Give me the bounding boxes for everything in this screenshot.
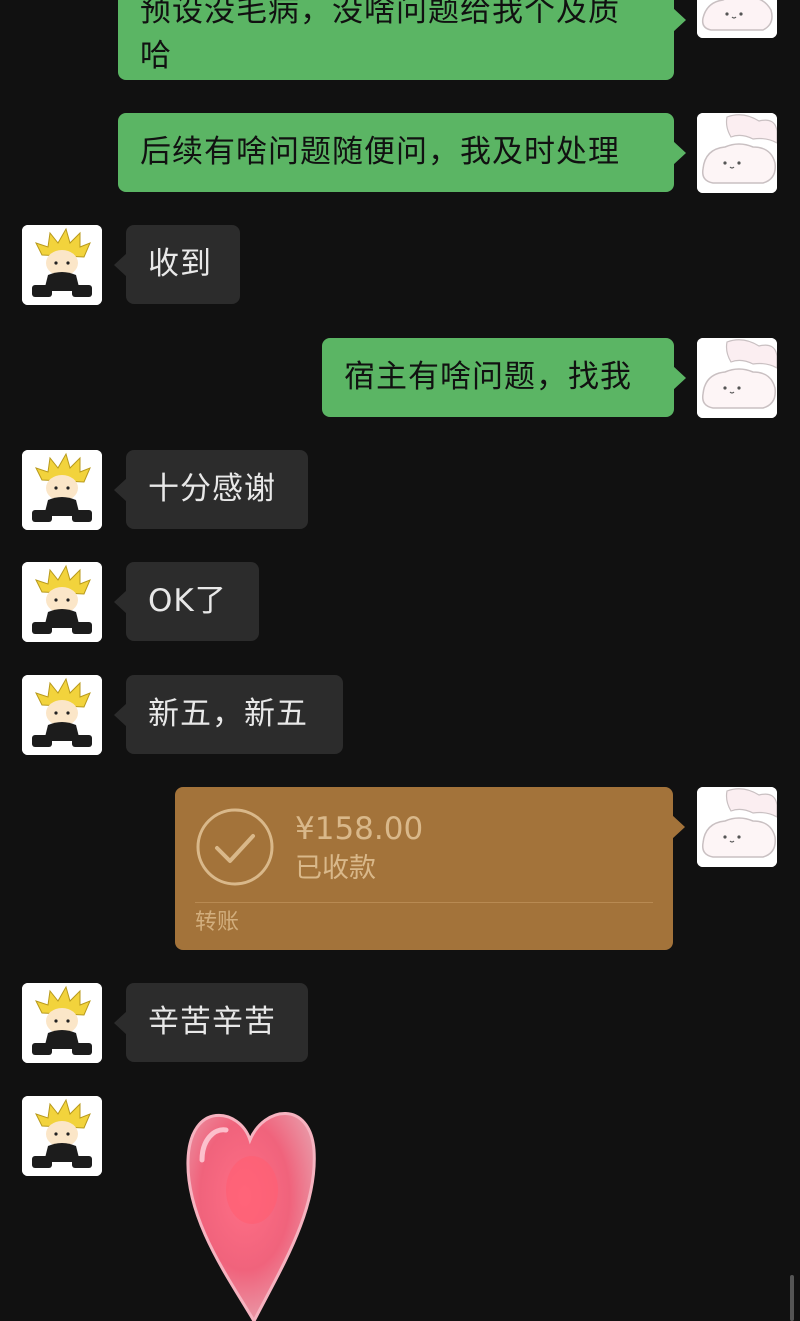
incoming-message-bubble[interactable]: 十分感谢 — [114, 450, 308, 529]
self-avatar[interactable] — [697, 338, 777, 418]
white-cat-sticker-icon — [697, 0, 777, 38]
scrollbar[interactable] — [790, 1275, 794, 1321]
transfer-card[interactable]: ¥158.00 已收款 转账 — [175, 787, 685, 950]
self-avatar[interactable] — [697, 787, 777, 867]
incoming-message-bubble[interactable]: 收到 — [114, 225, 240, 304]
anime-character-icon — [22, 225, 102, 305]
message-text-line: 哈 — [140, 38, 172, 74]
message-text-line: 预设没毛病，没啥问题给我个及质 — [140, 0, 620, 29]
white-cat-sticker-icon — [697, 338, 777, 418]
incoming-message-bubble[interactable]: 辛苦辛苦 — [114, 983, 308, 1062]
heart-sticker-icon[interactable] — [180, 1100, 320, 1321]
anime-character-icon — [22, 1096, 102, 1176]
contact-avatar[interactable] — [22, 983, 102, 1063]
white-cat-sticker-icon — [697, 113, 777, 193]
contact-avatar[interactable] — [22, 1096, 102, 1176]
message-text: 收到 — [148, 246, 212, 282]
incoming-message-bubble[interactable]: 新五，新五 — [114, 675, 343, 754]
check-circle-icon — [196, 808, 274, 886]
transfer-divider — [195, 902, 653, 903]
outgoing-message-bubble[interactable]: 后续有啥问题随便问，我及时处理 — [118, 113, 686, 192]
contact-avatar[interactable] — [22, 562, 102, 642]
self-avatar[interactable] — [697, 0, 777, 38]
anime-character-icon — [22, 983, 102, 1063]
incoming-message-bubble[interactable]: OK了 — [114, 562, 259, 641]
chat-history[interactable]: 预设没毛病，没啥问题给我个及质 哈 后续有啥问题随便问，我及时处理 收到 宿主有… — [0, 0, 800, 1321]
outgoing-message-bubble[interactable]: 宿主有啥问题，找我 — [322, 338, 686, 417]
message-text: 十分感谢 — [148, 471, 276, 507]
anime-character-icon — [22, 675, 102, 755]
message-text: 后续有啥问题随便问，我及时处理 — [140, 134, 620, 170]
message-text: 新五，新五 — [148, 696, 308, 732]
white-cat-sticker-icon — [697, 787, 777, 867]
transfer-amount: ¥158.00 — [295, 811, 424, 847]
anime-character-icon — [22, 450, 102, 530]
anime-character-icon — [22, 562, 102, 642]
transfer-type-label: 转账 — [195, 910, 240, 935]
transfer-status: 已收款 — [295, 853, 376, 884]
message-text: OK了 — [148, 583, 227, 619]
self-avatar[interactable] — [697, 113, 777, 193]
contact-avatar[interactable] — [22, 675, 102, 755]
message-text: 宿主有啥问题，找我 — [344, 359, 632, 395]
contact-avatar[interactable] — [22, 225, 102, 305]
outgoing-message-bubble[interactable]: 预设没毛病，没啥问题给我个及质 哈 — [118, 0, 686, 80]
message-text: 辛苦辛苦 — [148, 1004, 276, 1040]
contact-avatar[interactable] — [22, 450, 102, 530]
